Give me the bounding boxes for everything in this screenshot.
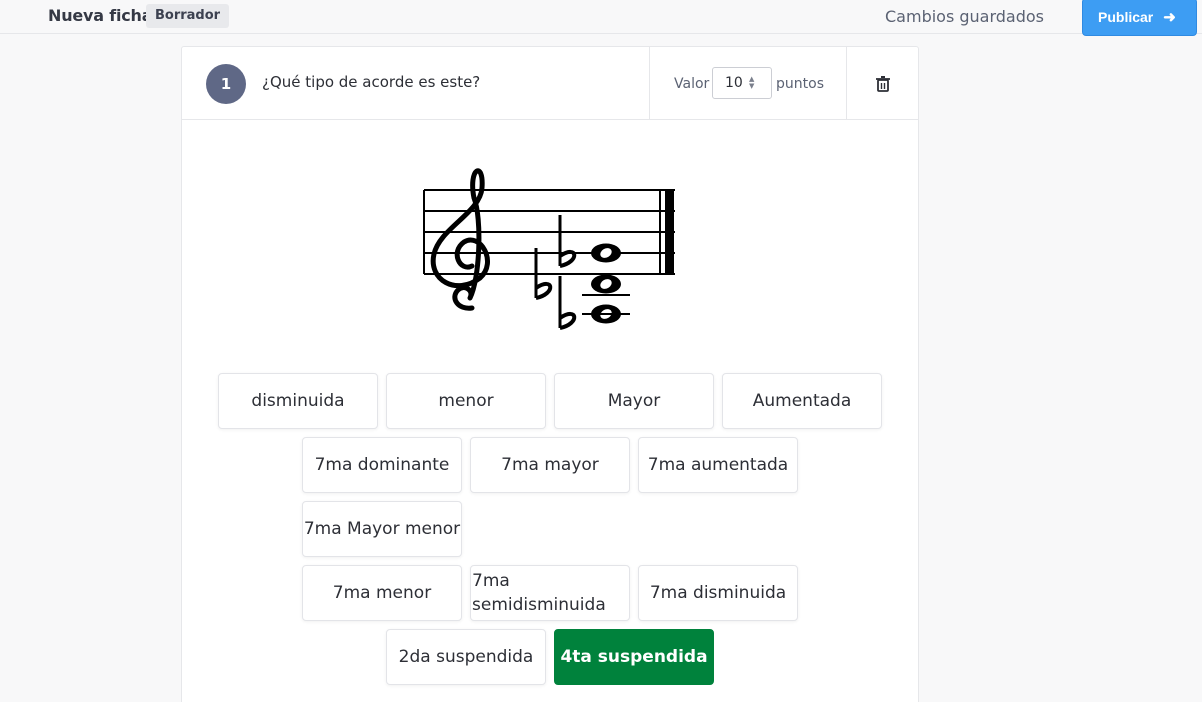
option-2da-suspendida[interactable]: 2da suspendida — [386, 629, 546, 685]
divider — [649, 47, 650, 120]
option-7ma-dominante[interactable]: 7ma dominante — [302, 437, 462, 493]
option-4ta-suspendida[interactable]: 4ta suspendida — [554, 629, 714, 685]
music-notation — [423, 168, 675, 330]
question-text: ¿Qué tipo de acorde es este? — [262, 73, 481, 91]
arrow-right-icon: ➜ — [1163, 9, 1176, 26]
option-disminuida[interactable]: disminuida — [218, 373, 378, 429]
publish-button[interactable]: Publicar ➜ — [1082, 0, 1197, 36]
option-mayor[interactable]: Mayor — [554, 373, 714, 429]
trash-icon[interactable] — [872, 73, 894, 95]
points-label: puntos — [776, 76, 824, 92]
question-number: 1 — [206, 64, 246, 104]
value-label: Valor — [674, 76, 710, 92]
option-7ma-mayor-menor[interactable]: 7ma Mayor menor — [302, 501, 462, 557]
top-bar: Nueva ficha Borrador Cambios guardados P… — [0, 0, 1202, 36]
page-title: Nueva ficha — [48, 6, 153, 25]
option-7ma-semidisminuida[interactable]: 7ma semidisminuida — [470, 565, 630, 621]
status-badge: Borrador — [146, 4, 230, 28]
treble-clef — [430, 168, 490, 311]
publish-label: Publicar — [1098, 9, 1154, 25]
chord-notes — [582, 243, 630, 324]
option-7ma-disminuida[interactable]: 7ma disminuida — [638, 565, 798, 621]
option-7ma-aumentada[interactable]: 7ma aumentada — [638, 437, 798, 493]
question-header: 1 ¿Qué tipo de acorde es este? Valor ▲▼ … — [182, 47, 918, 120]
save-status: Cambios guardados — [885, 7, 1045, 26]
option-aumentada[interactable]: Aumentada — [722, 373, 882, 429]
value-stepper[interactable]: ▲ ▼ — [749, 76, 754, 90]
option-7ma-menor[interactable]: 7ma menor — [302, 565, 462, 621]
option-menor[interactable]: menor — [386, 373, 546, 429]
value-input[interactable] — [712, 67, 772, 99]
option-7ma-mayor[interactable]: 7ma mayor — [470, 437, 630, 493]
divider — [846, 47, 847, 120]
